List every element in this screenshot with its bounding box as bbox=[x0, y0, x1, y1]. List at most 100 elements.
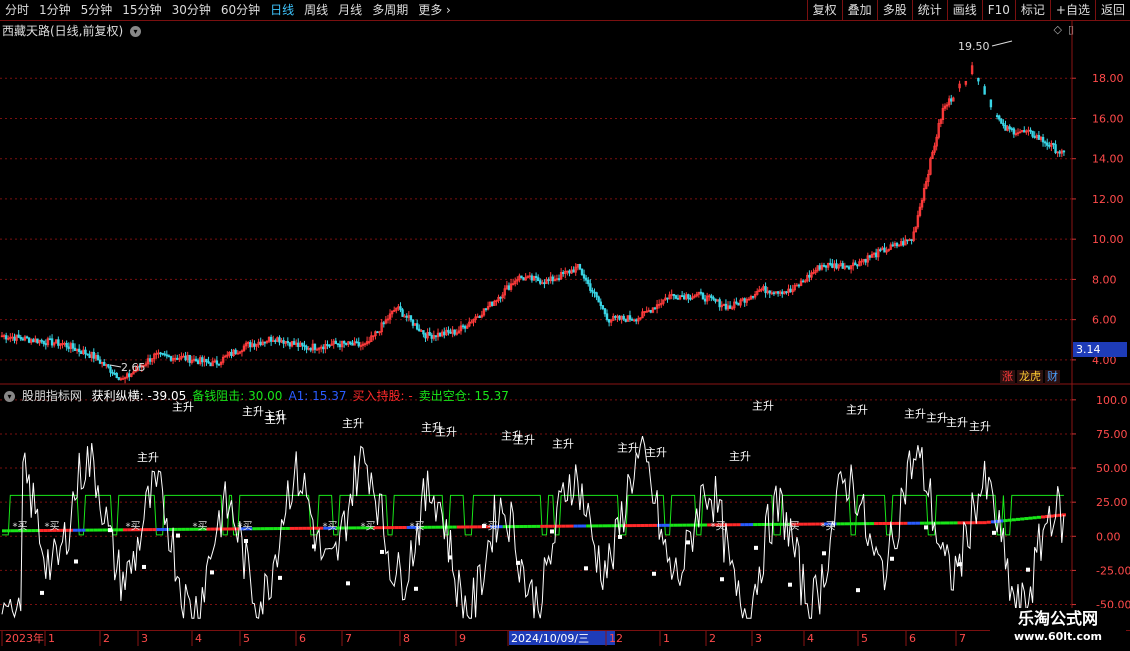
signal-label-17: 主升 bbox=[926, 412, 948, 425]
watermark: 乐淘公式网 www.60lt.com bbox=[990, 608, 1126, 648]
candle-body bbox=[776, 291, 780, 294]
candle-body bbox=[184, 355, 187, 361]
candle-body bbox=[338, 344, 342, 348]
candle-body bbox=[215, 360, 219, 365]
candle-body bbox=[995, 115, 999, 117]
candle-body bbox=[249, 342, 252, 348]
signal-marker bbox=[720, 577, 724, 582]
candle-body bbox=[622, 315, 625, 320]
badge-1[interactable]: 龙虎 bbox=[1017, 370, 1043, 384]
candle-body bbox=[841, 263, 844, 269]
candle-body bbox=[422, 330, 425, 335]
candle-body bbox=[65, 342, 68, 348]
candle-body bbox=[580, 268, 584, 275]
badge-0[interactable]: 涨 bbox=[1000, 370, 1015, 384]
candle-body bbox=[113, 372, 116, 375]
candle-body bbox=[301, 342, 304, 346]
buy-signal-label-5: *买 bbox=[323, 520, 338, 532]
candle-body bbox=[148, 358, 152, 362]
candle-body bbox=[1004, 124, 1007, 131]
candle-body bbox=[88, 354, 91, 358]
candle-body bbox=[499, 296, 502, 299]
candle-body bbox=[288, 342, 292, 347]
candle-body bbox=[121, 378, 125, 380]
candle-body bbox=[328, 344, 331, 347]
candle-body bbox=[96, 355, 100, 361]
candle-body bbox=[845, 265, 849, 268]
candle-body bbox=[536, 277, 540, 282]
candle-body bbox=[80, 351, 83, 355]
signal-marker bbox=[346, 581, 350, 586]
candle-body bbox=[403, 315, 406, 318]
candle-body bbox=[428, 331, 431, 336]
candle-body bbox=[382, 322, 385, 325]
candle-body bbox=[593, 291, 596, 294]
signal-marker bbox=[1026, 567, 1030, 572]
candle-body bbox=[194, 358, 198, 362]
candle-body bbox=[50, 338, 54, 346]
candle-body bbox=[1023, 130, 1026, 133]
candle-body bbox=[357, 342, 360, 347]
candle-body bbox=[618, 315, 621, 320]
candle-body bbox=[405, 315, 408, 318]
candle-body bbox=[1046, 142, 1049, 146]
candle-body bbox=[313, 343, 317, 350]
candle-body bbox=[1012, 128, 1016, 135]
candle-body bbox=[743, 298, 746, 303]
candle-body bbox=[751, 295, 755, 298]
candle-body bbox=[666, 297, 669, 300]
candle-body bbox=[856, 264, 859, 267]
candle-body bbox=[424, 333, 427, 339]
candle-body bbox=[835, 263, 838, 269]
candle-body bbox=[188, 354, 191, 363]
signal-marker bbox=[992, 530, 996, 535]
signal-label-18: 主升 bbox=[946, 416, 968, 429]
candle-body bbox=[891, 244, 895, 247]
signal-marker bbox=[924, 525, 928, 530]
candle-body bbox=[582, 274, 586, 279]
signal-marker bbox=[822, 551, 826, 556]
signal-label-0: 主升 bbox=[137, 451, 159, 464]
candle-body bbox=[167, 355, 171, 358]
signal-marker bbox=[550, 529, 554, 534]
chart-canvas[interactable]: 18.0016.0014.0012.0010.008.006.004.0019.… bbox=[0, 0, 1130, 650]
candle-body bbox=[1000, 118, 1003, 124]
candle-body bbox=[628, 315, 632, 320]
candle-body bbox=[40, 339, 43, 342]
candle-body bbox=[345, 342, 348, 345]
candle-body bbox=[831, 263, 834, 268]
candle-body bbox=[1043, 141, 1047, 144]
signal-label-10: 主升 bbox=[552, 438, 574, 451]
candle-body bbox=[234, 349, 237, 354]
candle-body bbox=[1054, 144, 1057, 154]
candle-body bbox=[282, 340, 285, 344]
signal-marker bbox=[74, 559, 78, 564]
signal-marker bbox=[414, 586, 418, 591]
buy-signal-label-10: *买 bbox=[785, 520, 800, 532]
candle-body bbox=[649, 309, 653, 313]
candle-body bbox=[551, 276, 554, 282]
badge-2[interactable]: 财 bbox=[1045, 370, 1060, 384]
price-tick-label-3: 12.00 bbox=[1092, 193, 1124, 206]
signal-marker bbox=[312, 544, 316, 549]
candle-body bbox=[781, 291, 784, 295]
candle-body bbox=[4, 335, 8, 340]
high-price-pointer bbox=[991, 40, 1013, 47]
indicator-name: 股朋指标网 bbox=[21, 389, 82, 403]
candle-body bbox=[1058, 151, 1061, 154]
indicator-tick-label-0: 100.0 bbox=[1096, 394, 1128, 407]
candle-body bbox=[73, 347, 77, 351]
signal-marker bbox=[856, 588, 860, 593]
price-tick-label-1: 16.00 bbox=[1092, 112, 1124, 125]
signal-marker bbox=[380, 549, 384, 554]
candle-body bbox=[1002, 122, 1005, 126]
candle-body bbox=[589, 283, 592, 291]
chevron-down-icon[interactable]: ▾ bbox=[4, 391, 15, 402]
signal-label-5: 主升 bbox=[342, 417, 364, 430]
candle-body bbox=[27, 337, 31, 343]
signal-marker bbox=[40, 590, 44, 595]
buy-signal-label-11: *买 bbox=[821, 520, 836, 532]
current-price-tag: 3.14 bbox=[1073, 342, 1127, 357]
signal-label-4: 主升 bbox=[265, 413, 287, 426]
candle-body bbox=[868, 255, 872, 258]
